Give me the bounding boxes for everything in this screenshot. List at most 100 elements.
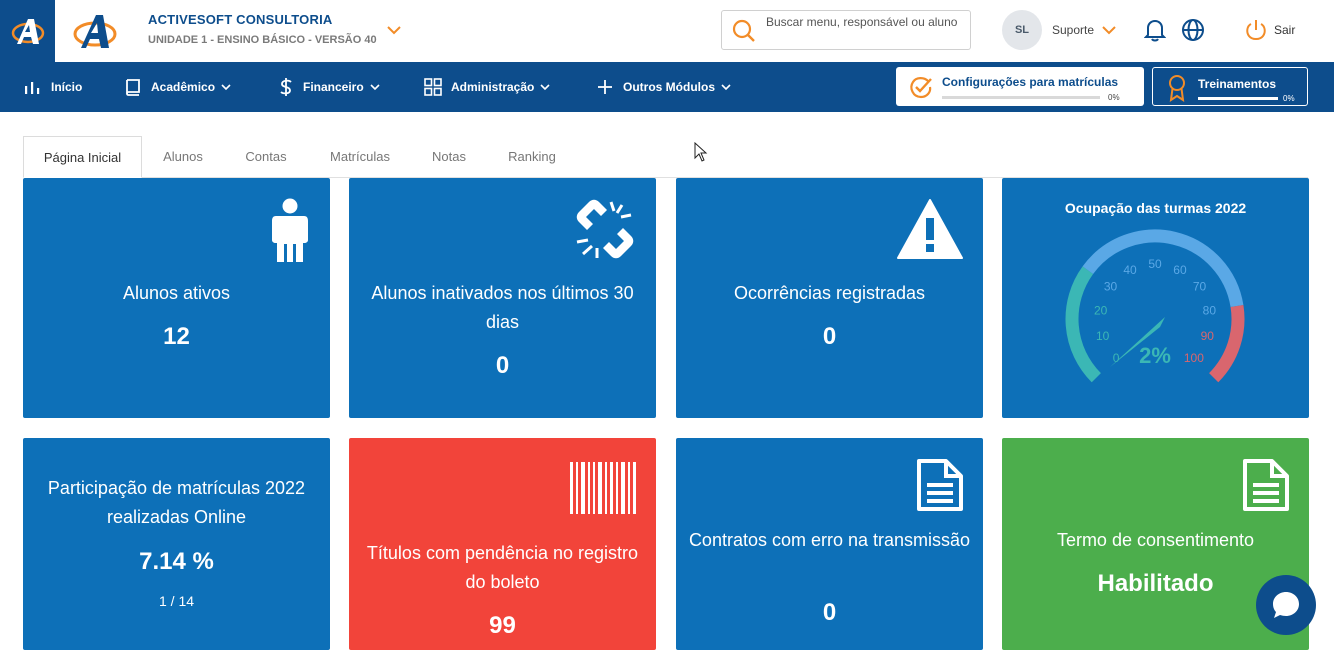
gauge-tick-label: 0: [1113, 351, 1120, 365]
card-title: Participação de matrículas 2022 realizad…: [47, 478, 306, 527]
card-value: 12: [163, 323, 190, 350]
company-unit: UNIDADE 1 - ENSINO BÁSICO - VERSÃO 40: [148, 34, 377, 46]
card-class-occupancy[interactable]: Ocupação das turmas 2022 0 10 20 30 40 50 60 70…: [1002, 178, 1309, 418]
tab-ranking[interactable]: Ranking: [500, 136, 564, 178]
barcode-icon: [570, 462, 636, 514]
logout-button[interactable]: Sair: [1274, 23, 1295, 37]
nav-item-label: Financeiro: [303, 80, 364, 94]
avatar[interactable]: SL: [1002, 10, 1042, 50]
app-logo[interactable]: [0, 0, 55, 62]
card-value: 7.14 %: [139, 548, 214, 575]
gauge-tick-label: 40: [1123, 263, 1137, 277]
nav-item-academico[interactable]: Acadêmico: [124, 62, 231, 112]
bar-chart-icon: [25, 82, 40, 94]
gauge-band-high: [1208, 305, 1245, 383]
globe-icon[interactable]: [1181, 18, 1205, 42]
tab-pagina-inicial[interactable]: Página Inicial: [23, 136, 142, 178]
card-title: Títulos com pendência no registro do bol…: [366, 543, 639, 592]
card-value: 0: [822, 599, 837, 626]
trainings-progress: [1198, 97, 1278, 100]
gauge-tick-label: 50: [1148, 257, 1162, 271]
chevron-down-icon: [370, 84, 380, 91]
search-input[interactable]: Buscar menu, responsável ou aluno: [721, 10, 971, 50]
chevron-down-icon: [721, 84, 731, 91]
enrollment-settings-progress: [942, 96, 1100, 99]
enrollment-settings-button[interactable]: Configurações para matrículas 0%: [896, 67, 1144, 106]
power-icon[interactable]: [1245, 18, 1267, 42]
card-online-enrollment[interactable]: Participação de matrículas 2022 realizad…: [23, 438, 330, 650]
trainings-button[interactable]: Treinamentos 0%: [1152, 67, 1308, 106]
person-icon: [272, 198, 308, 262]
enrollment-settings-percent: 0%: [1108, 93, 1120, 102]
chevron-down-icon[interactable]: [1101, 22, 1117, 38]
gauge-band-low: [1065, 266, 1102, 383]
gauge-tick-label: 20: [1094, 303, 1108, 317]
chevron-down-icon: [221, 84, 231, 91]
gauge-tick-label: 80: [1203, 303, 1217, 317]
nav-item-label: Outros Módulos: [623, 80, 715, 94]
dollar-icon: [280, 78, 292, 96]
gauge-tick-label: 70: [1193, 280, 1207, 294]
card-value: 0: [495, 352, 510, 379]
document-icon: [1243, 459, 1289, 511]
trainings-label: Treinamentos: [1198, 77, 1277, 91]
gauge-value: 2%: [1139, 343, 1171, 368]
gauge-tick-label: 60: [1173, 263, 1187, 277]
card-occurrences[interactable]: Ocorrências registradas 0: [676, 178, 983, 418]
search-placeholder: Buscar menu, responsável ou aluno: [766, 15, 958, 29]
tab-matriculas[interactable]: Matrículas: [320, 136, 400, 178]
tab-contas[interactable]: Contas: [234, 136, 298, 178]
warning-icon: [897, 199, 963, 259]
card-detail: 1 / 14: [158, 593, 195, 609]
mouse-cursor-icon: [694, 142, 708, 162]
card-boleto-pending[interactable]: Títulos com pendência no registro do bol…: [349, 438, 656, 650]
nav-item-outros-modulos[interactable]: Outros Módulos: [596, 62, 731, 112]
nav-item-label: Administração: [451, 80, 535, 94]
chevron-down-icon[interactable]: [386, 22, 402, 38]
gauge-band-mid: [1082, 229, 1244, 308]
card-value: 99: [489, 612, 516, 639]
award-icon: [1169, 75, 1185, 102]
nav-item-inicio[interactable]: Início: [24, 62, 82, 112]
card-title: Termo de consentimento: [1056, 530, 1255, 550]
gauge-title: Ocupação das turmas 2022: [1064, 200, 1247, 216]
chat-button[interactable]: [1256, 575, 1316, 635]
gauge-tick-label: 100: [1184, 351, 1204, 365]
nav-item-label: Início: [51, 80, 83, 94]
company-info[interactable]: ACTIVESOFT CONSULTORIA UNIDADE 1 - ENSIN…: [148, 12, 377, 46]
card-title: Contratos com erro na transmissão: [688, 530, 971, 550]
gauge-tick-label: 10: [1096, 329, 1110, 343]
nav-item-administracao[interactable]: Administração: [424, 62, 550, 112]
nav-item-financeiro[interactable]: Financeiro: [278, 62, 380, 112]
company-name: ACTIVESOFT CONSULTORIA: [148, 12, 333, 27]
tab-alunos[interactable]: Alunos: [151, 136, 215, 178]
card-value: 0: [822, 323, 837, 350]
support-menu-label[interactable]: Suporte: [1052, 23, 1094, 37]
top-header: ACTIVESOFT CONSULTORIA UNIDADE 1 - ENSIN…: [0, 0, 1334, 62]
search-icon: [732, 19, 755, 42]
card-title: Alunos ativos: [122, 283, 231, 303]
activesoft-logo-icon: [11, 19, 44, 44]
card-contract-errors[interactable]: Contratos com erro na transmissão 0: [676, 438, 983, 650]
broken-link-icon: [576, 199, 634, 259]
gauge-tick-label: 90: [1201, 329, 1215, 343]
document-icon: [917, 459, 963, 511]
tab-bar: Página Inicial Alunos Contas Matrículas …: [23, 136, 1308, 178]
grid-icon: [424, 78, 442, 96]
card-title: Ocorrências registradas: [733, 283, 926, 303]
plus-icon: [598, 80, 612, 94]
card-inactivated-students[interactable]: Alunos inativados nos últimos 30 dias 0: [349, 178, 656, 418]
gauge-tick-label: 30: [1104, 280, 1118, 294]
tab-notas[interactable]: Notas: [423, 136, 475, 178]
card-active-students[interactable]: Alunos ativos 12: [23, 178, 330, 418]
occupancy-gauge: 010 20 30 40 50 60 70 80 90 100 2%: [1065, 229, 1245, 383]
nav-item-label: Acadêmico: [151, 80, 216, 94]
card-title: Alunos inativados nos últimos 30 dias: [371, 283, 634, 332]
book-icon: [126, 79, 140, 96]
chevron-down-icon: [540, 84, 550, 91]
check-circle-icon: [910, 77, 932, 99]
company-logo-icon: [73, 15, 117, 48]
bell-icon[interactable]: [1144, 18, 1166, 42]
enrollment-settings-label: Configurações para matrículas: [942, 75, 1119, 89]
trainings-percent: 0%: [1283, 94, 1295, 103]
